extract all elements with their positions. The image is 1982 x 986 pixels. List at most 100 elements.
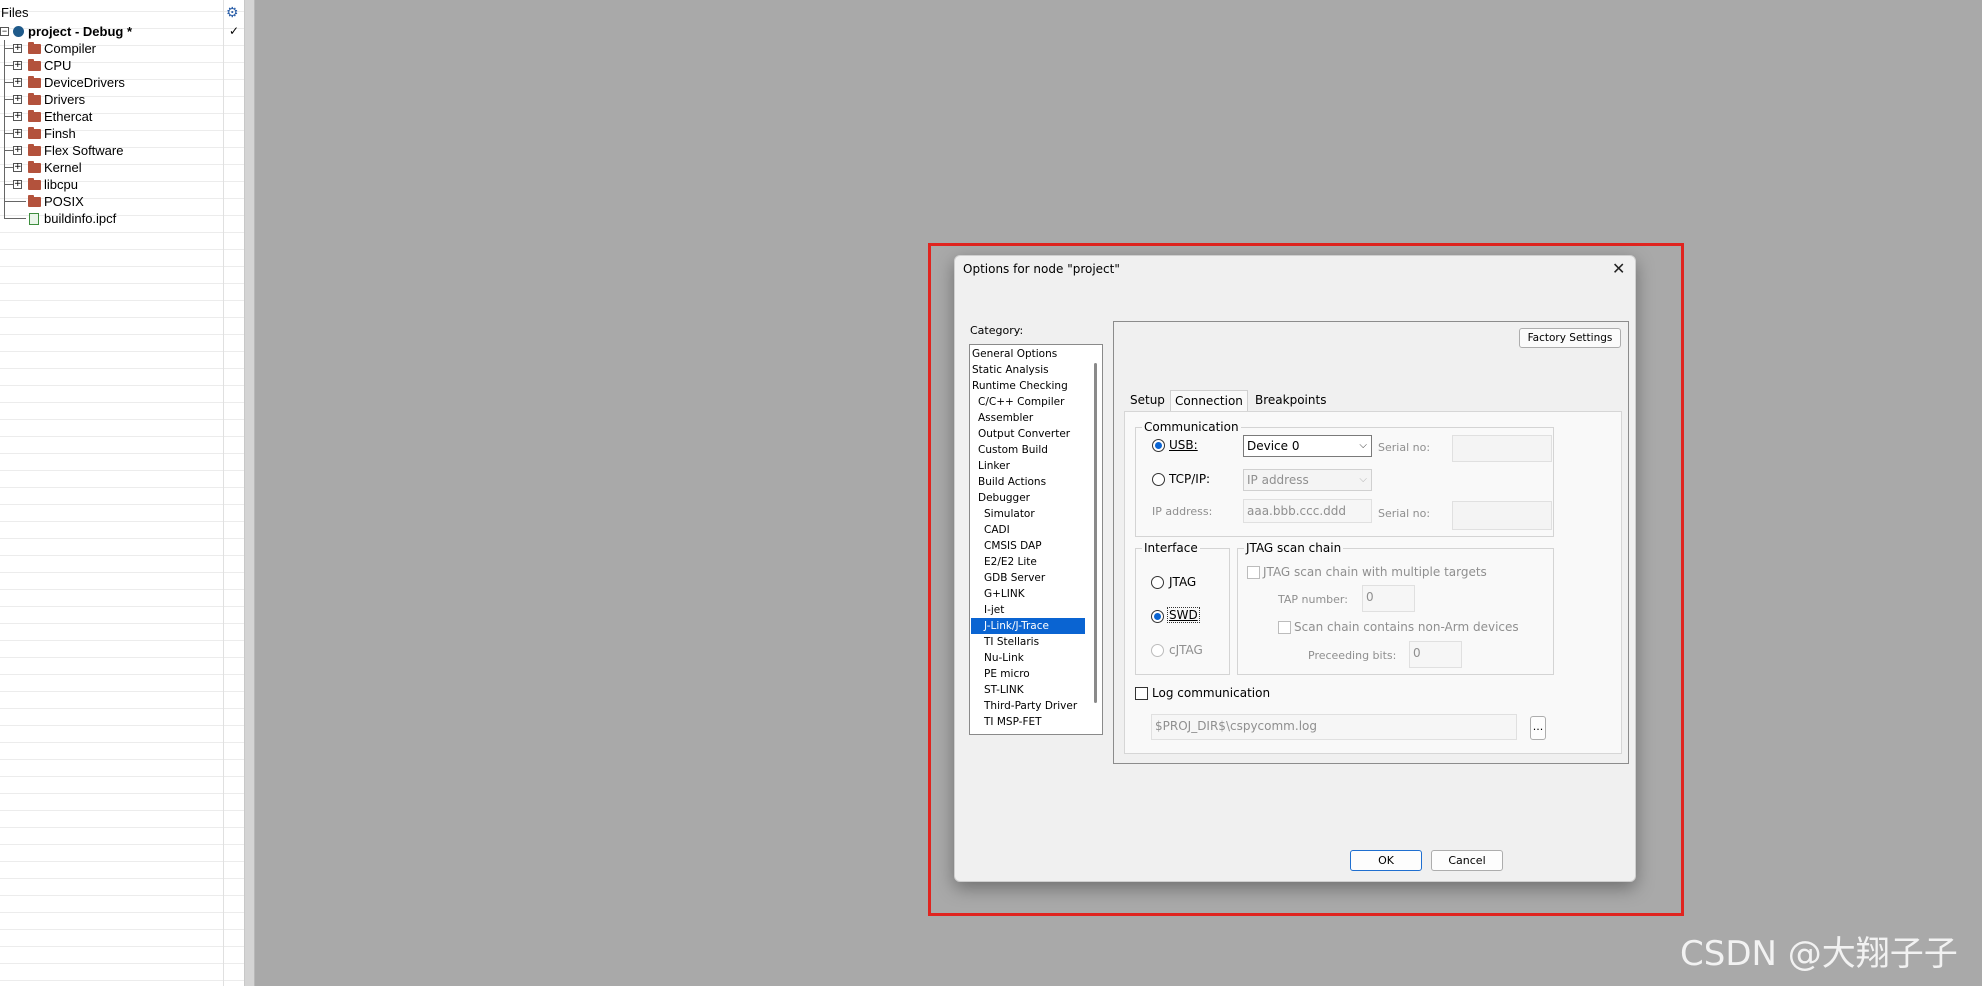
tcpip-value: IP address xyxy=(1247,473,1309,487)
tree-item-buildinfo[interactable]: buildinfo.ipcf xyxy=(0,210,245,227)
tree-item-label: DeviceDrivers xyxy=(44,75,125,90)
expand-icon[interactable]: + xyxy=(13,61,22,70)
category-item[interactable]: CADI xyxy=(984,522,1098,538)
category-item[interactable]: Runtime Checking xyxy=(972,378,1086,394)
expand-icon[interactable]: + xyxy=(13,44,22,53)
category-item[interactable]: E2/E2 Lite xyxy=(984,554,1098,570)
swd-radio[interactable] xyxy=(1151,610,1164,623)
tab-setup[interactable]: Setup xyxy=(1126,390,1169,411)
expand-icon[interactable]: + xyxy=(13,95,22,104)
expand-icon[interactable]: + xyxy=(13,129,22,138)
category-item[interactable]: Assembler xyxy=(978,410,1092,426)
expand-icon[interactable]: + xyxy=(13,163,22,172)
watermark: CSDN @大翔子子 xyxy=(1680,934,1958,974)
tab-content: Communication USB: Device 0 ⌵ Serial no:… xyxy=(1124,411,1622,754)
category-item[interactable]: Linker xyxy=(978,458,1092,474)
tree-item-compiler[interactable]: + Compiler xyxy=(0,40,245,57)
serial-no-field xyxy=(1452,435,1552,462)
category-item-selected[interactable]: J-Link/J-Trace xyxy=(971,618,1085,634)
cancel-button[interactable]: Cancel xyxy=(1431,850,1503,871)
tree-item-label: Ethercat xyxy=(44,109,93,124)
category-item[interactable]: TI MSP-FET xyxy=(984,714,1098,730)
interface-title: Interface xyxy=(1142,541,1200,555)
tree-root-project[interactable]: − project - Debug * ✓ xyxy=(0,23,245,40)
category-label: Category: xyxy=(970,324,1024,337)
project-icon xyxy=(13,26,24,37)
jtag-scan-chain-group: JTAG scan chain JTAG scan chain with mul… xyxy=(1237,541,1554,675)
tree-item-label: Kernel xyxy=(44,160,82,175)
swd-label: SWD xyxy=(1167,607,1200,623)
tree-item-label: Compiler xyxy=(44,41,97,56)
serial-no-label-2: Serial no: xyxy=(1378,507,1431,520)
tree-item-label: Finsh xyxy=(44,126,76,141)
communication-group: Communication USB: Device 0 ⌵ Serial no:… xyxy=(1135,420,1554,537)
tab-connection[interactable]: Connection xyxy=(1170,390,1248,411)
category-item[interactable]: C/C++ Compiler xyxy=(978,394,1092,410)
usb-label: USB: xyxy=(1169,438,1198,452)
tree-item-finsh[interactable]: + Finsh xyxy=(0,125,245,142)
category-item[interactable]: ST-LINK xyxy=(984,682,1098,698)
options-dialog: Options for node "project" ✕ Category: G… xyxy=(954,255,1636,882)
category-item[interactable]: CMSIS DAP xyxy=(984,538,1098,554)
category-item[interactable]: Build Actions xyxy=(978,474,1092,490)
category-item[interactable]: Static Analysis xyxy=(972,362,1086,378)
tree-item-ethercat[interactable]: + Ethercat xyxy=(0,108,245,125)
multi-targets-label: JTAG scan chain with multiple targets xyxy=(1263,565,1487,579)
category-item[interactable]: I-jet xyxy=(984,602,1098,618)
folder-icon xyxy=(28,42,41,54)
jtag-radio[interactable] xyxy=(1151,576,1164,589)
ok-button[interactable]: OK xyxy=(1350,850,1422,871)
pane-splitter[interactable] xyxy=(245,0,255,986)
usb-device-select[interactable]: Device 0 ⌵ xyxy=(1243,435,1372,457)
expand-icon[interactable]: + xyxy=(13,180,22,189)
category-item[interactable]: Custom Build xyxy=(978,442,1092,458)
category-item[interactable]: Output Converter xyxy=(978,426,1092,442)
tree-item-kernel[interactable]: + Kernel xyxy=(0,159,245,176)
tree-item-flex-software[interactable]: + Flex Software xyxy=(0,142,245,159)
multi-targets-checkbox xyxy=(1247,566,1260,579)
ip-address-field: aaa.bbb.ccc.ddd xyxy=(1243,499,1372,523)
collapse-icon[interactable]: − xyxy=(0,27,9,36)
folder-icon xyxy=(28,93,41,105)
factory-settings-button[interactable]: Factory Settings xyxy=(1519,328,1621,348)
workspace-files-pane: Files ⚙ − project - Debug * ✓ + Compiler… xyxy=(0,0,245,986)
log-communication-label: Log communication xyxy=(1152,686,1271,700)
tree-item-label: Flex Software xyxy=(44,143,124,158)
category-item[interactable]: Third-Party Driver xyxy=(984,698,1098,714)
ip-address-value: aaa.bbb.ccc.ddd xyxy=(1247,504,1346,518)
tree-item-drivers[interactable]: + Drivers xyxy=(0,91,245,108)
ip-address-label: IP address: xyxy=(1152,505,1213,518)
log-communication-checkbox[interactable] xyxy=(1135,687,1148,700)
category-scrollbar[interactable] xyxy=(1094,363,1097,703)
category-item[interactable]: Debugger xyxy=(978,490,1092,506)
tree-item-cpu[interactable]: + CPU xyxy=(0,57,245,74)
usb-device-value: Device 0 xyxy=(1247,439,1300,453)
category-item[interactable]: GDB Server xyxy=(984,570,1098,586)
category-item[interactable]: Simulator xyxy=(984,506,1098,522)
tree-item-posix[interactable]: POSIX xyxy=(0,193,245,210)
gear-icon[interactable]: ⚙ xyxy=(226,4,239,21)
file-icon xyxy=(29,213,39,225)
category-list[interactable]: General Options Static Analysis Runtime … xyxy=(969,344,1103,735)
tap-number-field: 0 xyxy=(1362,585,1415,612)
communication-title: Communication xyxy=(1142,420,1241,434)
cjtag-radio xyxy=(1151,644,1164,657)
tcpip-radio[interactable] xyxy=(1152,473,1165,486)
category-item[interactable]: PE micro xyxy=(984,666,1098,682)
tcpip-label: TCP/IP: xyxy=(1169,472,1211,486)
usb-radio[interactable] xyxy=(1152,439,1165,452)
category-item[interactable]: Nu-Link xyxy=(984,650,1098,666)
category-item[interactable]: General Options xyxy=(972,346,1086,362)
close-icon[interactable]: ✕ xyxy=(1612,259,1625,278)
expand-icon[interactable]: + xyxy=(13,146,22,155)
files-header: Files ⚙ xyxy=(0,4,245,21)
folder-icon xyxy=(28,144,41,156)
category-item[interactable]: G+LINK xyxy=(984,586,1098,602)
expand-icon[interactable]: + xyxy=(13,112,22,121)
tree-item-devicedrivers[interactable]: + DeviceDrivers xyxy=(0,74,245,91)
tap-number-label: TAP number: xyxy=(1278,593,1348,606)
tree-item-libcpu[interactable]: + libcpu xyxy=(0,176,245,193)
category-item[interactable]: TI Stellaris xyxy=(984,634,1098,650)
tab-breakpoints[interactable]: Breakpoints xyxy=(1251,390,1330,411)
expand-icon[interactable]: + xyxy=(13,78,22,87)
